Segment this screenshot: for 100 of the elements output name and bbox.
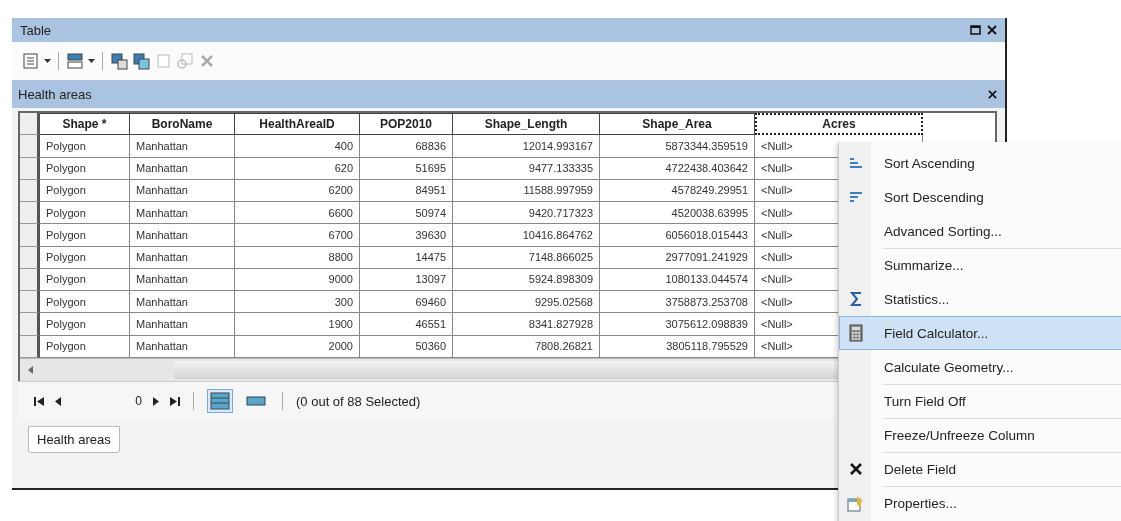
column-header[interactable]: BoroName <box>130 113 235 136</box>
previous-record-icon[interactable] <box>54 396 62 406</box>
table-cell: Polygon <box>40 313 130 336</box>
properties-icon <box>847 494 865 512</box>
table-cell: 50360 <box>360 335 453 358</box>
table-cell: 4520038.63995 <box>600 202 755 225</box>
menu-item[interactable]: Freeze/Unfreeze Column <box>839 418 1121 452</box>
table-cell: Manhattan <box>130 179 235 202</box>
table-cell: Manhattan <box>130 291 235 314</box>
table-cell: Manhattan <box>130 202 235 225</box>
table-cell: 7148.866025 <box>453 246 600 269</box>
menu-item[interactable]: Delete Field <box>839 452 1121 486</box>
delete-icon <box>850 463 862 475</box>
table-swap-icon[interactable] <box>132 52 150 70</box>
table-name: Health areas <box>18 86 92 102</box>
table-cell: Polygon <box>40 224 130 247</box>
row-selector[interactable] <box>20 335 40 358</box>
table-cell: 9420.717323 <box>453 202 600 225</box>
table-cell: 300 <box>235 291 360 314</box>
table-cell: 50974 <box>360 202 453 225</box>
table-cell: Manhattan <box>130 268 235 291</box>
row-selector[interactable] <box>20 135 40 158</box>
row-selector[interactable] <box>20 291 40 314</box>
table-cell: 5924.898309 <box>453 268 600 291</box>
row-selector[interactable] <box>20 224 40 247</box>
sort-ascending-icon <box>849 157 863 169</box>
table-cell: Polygon <box>40 268 130 291</box>
table-cell: 5873344.359519 <box>600 135 755 158</box>
table-cell: 6200 <box>235 179 360 202</box>
maximize-icon[interactable] <box>970 25 981 35</box>
table-cell: 3805118.795529 <box>600 335 755 358</box>
table-cell: 1900 <box>235 313 360 336</box>
select-all-header[interactable] <box>20 113 40 136</box>
menu-item[interactable]: Field Calculator... <box>839 316 1121 350</box>
table-cell: 620 <box>235 157 360 180</box>
column-header[interactable]: HealthAreaID <box>235 113 360 136</box>
table-cell: 2000 <box>235 335 360 358</box>
close-icon[interactable] <box>988 89 997 99</box>
row-selector[interactable] <box>20 179 40 202</box>
table-cell: Manhattan <box>130 246 235 269</box>
table-cell: Manhattan <box>130 135 235 158</box>
table-cell: 3758873.253708 <box>600 291 755 314</box>
close-icon[interactable] <box>987 25 997 35</box>
table-cell: 39630 <box>360 224 453 247</box>
last-record-icon[interactable] <box>170 396 180 406</box>
column-header[interactable]: Acres <box>755 113 923 136</box>
caret-icon[interactable] <box>88 59 95 63</box>
table-cell: Polygon <box>40 179 130 202</box>
column-header[interactable]: Shape_Length <box>453 113 600 136</box>
first-record-icon[interactable] <box>34 396 44 406</box>
table-cell: 8800 <box>235 246 360 269</box>
table-tab[interactable]: Health areas <box>28 426 120 453</box>
next-record-icon[interactable] <box>152 396 160 406</box>
row-selector[interactable] <box>20 268 40 291</box>
calculator-icon <box>849 324 863 342</box>
column-header[interactable]: POP2010 <box>360 113 453 136</box>
table-icon[interactable] <box>110 52 128 70</box>
table-cell: Manhattan <box>130 224 235 247</box>
menu-item[interactable]: Turn Field Off <box>839 384 1121 418</box>
table-cell: 8341.827928 <box>453 313 600 336</box>
table-cell: 4578249.29951 <box>600 179 755 202</box>
sigma-icon <box>850 291 862 307</box>
scroll-left-icon[interactable] <box>28 365 34 374</box>
table-cell: 84951 <box>360 179 453 202</box>
column-header[interactable]: Shape_Area <box>600 113 755 136</box>
table-cell: 9295.02568 <box>453 291 600 314</box>
row-selector[interactable] <box>20 202 40 225</box>
table-cell: 9477.133335 <box>453 157 600 180</box>
table-cell: 9000 <box>235 268 360 291</box>
row-selector[interactable] <box>20 313 40 336</box>
record-number[interactable]: 0 <box>72 394 142 408</box>
table-cell: 2977091.241929 <box>600 246 755 269</box>
table-cell: 11588.997959 <box>453 179 600 202</box>
table-cell: 7808.26821 <box>453 335 600 358</box>
table-cell: 6700 <box>235 224 360 247</box>
row-selector[interactable] <box>20 246 40 269</box>
row-selector[interactable] <box>20 157 40 180</box>
table-cell: Polygon <box>40 335 130 358</box>
table-cell: 10416.864762 <box>453 224 600 247</box>
table-cell: 6056018.015443 <box>600 224 755 247</box>
table-cell: Polygon <box>40 135 130 158</box>
table-cell: 68836 <box>360 135 453 158</box>
sort-descending-icon <box>849 191 863 203</box>
selected-records-view-icon[interactable] <box>243 393 269 409</box>
table-cell: Polygon <box>40 157 130 180</box>
menu-item[interactable]: Properties... <box>839 486 1121 520</box>
stacked-tables-icon[interactable] <box>66 52 84 70</box>
table-cell: 4722438.403642 <box>600 157 755 180</box>
window-title: Table <box>20 22 52 38</box>
table-cell: 3075612.098839 <box>600 313 755 336</box>
table-cell: Manhattan <box>130 335 235 358</box>
table-cell: 46551 <box>360 313 453 336</box>
table-cell: 400 <box>235 135 360 158</box>
selection-status: (0 out of 88 Selected) <box>296 393 421 409</box>
table-cell: 12014.993167 <box>453 135 600 158</box>
table-cell: 1080133.044574 <box>600 268 755 291</box>
column-header[interactable]: Shape * <box>40 113 130 136</box>
caret-icon[interactable] <box>44 59 51 63</box>
table-cell: 14475 <box>360 246 453 269</box>
all-records-view-icon[interactable] <box>207 389 233 413</box>
